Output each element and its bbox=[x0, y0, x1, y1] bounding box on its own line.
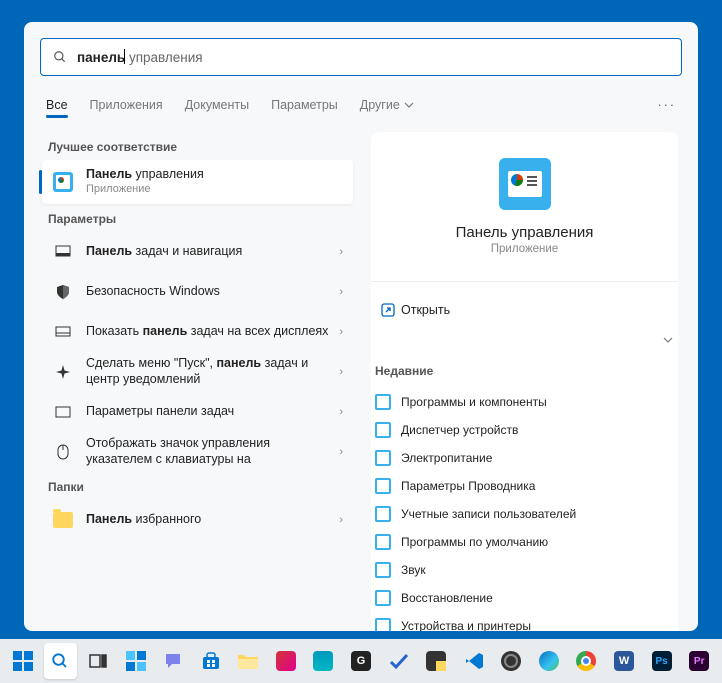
sparkle-icon bbox=[54, 363, 72, 381]
control-panel-hero-icon bbox=[499, 158, 551, 210]
settings-result-5[interactable]: Отображать значок управления указателем … bbox=[42, 432, 353, 472]
open-action[interactable]: Открыть bbox=[371, 292, 678, 328]
open-icon bbox=[375, 303, 401, 317]
chevron-right-icon: › bbox=[339, 514, 343, 526]
settings-result-2[interactable]: Показать панель задач на всех дисплеях › bbox=[42, 312, 353, 352]
chevron-right-icon: › bbox=[339, 446, 343, 458]
tb-obs[interactable] bbox=[495, 643, 529, 679]
control-panel-mini-icon bbox=[375, 422, 391, 438]
tb-vscode[interactable] bbox=[457, 643, 491, 679]
tb-start[interactable] bbox=[6, 643, 40, 679]
folder-result-0[interactable]: Панель избранного › bbox=[42, 500, 353, 540]
recent-item[interactable]: Параметры Проводника bbox=[371, 472, 678, 500]
chevron-down-icon bbox=[662, 334, 674, 346]
detail-card: Панель управления Приложение Открыть Нед… bbox=[371, 132, 678, 631]
folders-heading: Папки bbox=[48, 480, 353, 494]
recent-item[interactable]: Программы и компоненты bbox=[371, 388, 678, 416]
recent-item[interactable]: Учетные записи пользователей bbox=[371, 500, 678, 528]
tb-search[interactable] bbox=[44, 643, 78, 679]
tb-notes[interactable] bbox=[419, 643, 453, 679]
tb-taskview[interactable] bbox=[81, 643, 115, 679]
best-match-heading: Лучшее соответствие bbox=[48, 140, 353, 154]
taskbar-icon bbox=[54, 243, 72, 261]
control-panel-mini-icon bbox=[375, 534, 391, 550]
settings-heading: Параметры bbox=[48, 212, 353, 226]
tab-more[interactable]: Другие bbox=[360, 98, 414, 112]
tb-edge[interactable] bbox=[532, 643, 566, 679]
settings-result-1[interactable]: Безопасность Windows › bbox=[42, 272, 353, 312]
control-panel-mini-icon bbox=[375, 506, 391, 522]
mouse-icon bbox=[54, 443, 72, 461]
tb-app-a[interactable] bbox=[269, 643, 303, 679]
chevron-right-icon: › bbox=[339, 366, 343, 378]
tb-chat[interactable] bbox=[156, 643, 190, 679]
shield-icon bbox=[54, 283, 72, 301]
recent-item[interactable]: Диспетчер устройств bbox=[371, 416, 678, 444]
tb-word[interactable]: W bbox=[607, 643, 641, 679]
tab-docs[interactable]: Документы bbox=[185, 98, 249, 112]
recent-item[interactable]: Звук bbox=[371, 556, 678, 584]
control-panel-icon bbox=[52, 171, 74, 193]
tab-settings[interactable]: Параметры bbox=[271, 98, 338, 112]
tb-app-g[interactable]: G bbox=[344, 643, 378, 679]
rect-icon bbox=[54, 403, 72, 421]
search-field[interactable]: панель управления bbox=[40, 38, 682, 76]
control-panel-mini-icon bbox=[375, 478, 391, 494]
tb-todo[interactable] bbox=[382, 643, 416, 679]
chevron-right-icon: › bbox=[339, 326, 343, 338]
settings-result-3[interactable]: Сделать меню "Пуск", панель задач и цент… bbox=[42, 352, 353, 392]
search-icon bbox=[53, 50, 67, 64]
recent-item[interactable]: Восстановление bbox=[371, 584, 678, 612]
tb-app-b[interactable] bbox=[307, 643, 341, 679]
control-panel-mini-icon bbox=[375, 590, 391, 606]
best-match-result[interactable]: Панель управления Приложение bbox=[42, 160, 353, 204]
tb-chrome[interactable] bbox=[570, 643, 604, 679]
recent-item[interactable]: Устройства и принтеры bbox=[371, 612, 678, 631]
chevron-right-icon: › bbox=[339, 246, 343, 258]
chevron-right-icon: › bbox=[339, 286, 343, 298]
filter-tabs: Все Приложения Документы Параметры Други… bbox=[24, 88, 698, 122]
start-menu-panel: панель управления Все Приложения Докумен… bbox=[24, 22, 698, 631]
chevron-right-icon: › bbox=[339, 406, 343, 418]
tb-store[interactable] bbox=[194, 643, 228, 679]
tb-photoshop[interactable]: Ps bbox=[645, 643, 679, 679]
control-panel-mini-icon bbox=[375, 618, 391, 631]
tab-all[interactable]: Все bbox=[46, 98, 68, 112]
search-input-text: панель управления bbox=[77, 49, 669, 65]
expand-down-button[interactable] bbox=[371, 328, 678, 352]
detail-subtitle: Приложение bbox=[491, 243, 558, 255]
monitor-icon bbox=[54, 323, 72, 341]
tb-premiere[interactable]: Pr bbox=[682, 643, 716, 679]
recent-item[interactable]: Электропитание bbox=[371, 444, 678, 472]
overflow-button[interactable]: ··· bbox=[658, 98, 677, 112]
settings-result-0[interactable]: Панель задач и навигация › bbox=[42, 232, 353, 272]
taskbar: G W Ps Pr bbox=[0, 639, 722, 683]
recent-item[interactable]: Программы по умолчанию bbox=[371, 528, 678, 556]
chevron-down-icon bbox=[404, 100, 414, 110]
control-panel-mini-icon bbox=[375, 450, 391, 466]
tb-widgets[interactable] bbox=[119, 643, 153, 679]
recent-heading: Недавние bbox=[375, 364, 678, 378]
tab-apps[interactable]: Приложения bbox=[90, 98, 163, 112]
control-panel-mini-icon bbox=[375, 562, 391, 578]
settings-result-4[interactable]: Параметры панели задач › bbox=[42, 392, 353, 432]
control-panel-mini-icon bbox=[375, 394, 391, 410]
detail-title: Панель управления bbox=[456, 224, 594, 241]
results-column: Лучшее соответствие Панель управления Пр… bbox=[24, 132, 361, 631]
folder-icon bbox=[53, 512, 73, 528]
tb-explorer[interactable] bbox=[231, 643, 265, 679]
